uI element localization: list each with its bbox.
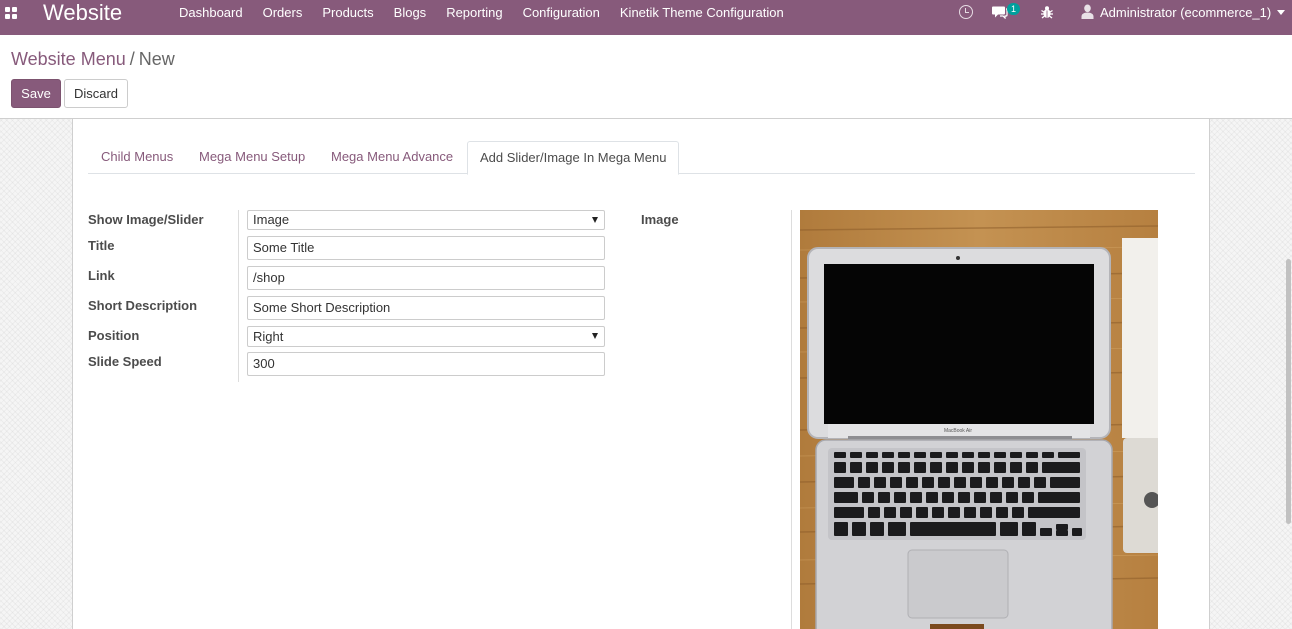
position-select[interactable]: Right: [247, 326, 605, 347]
title-label: Title: [88, 238, 115, 253]
menu-item-products[interactable]: Products: [312, 0, 383, 25]
breadcrumb: Website Menu / New: [11, 48, 175, 70]
apps-menu-icon[interactable]: [5, 7, 19, 21]
menu-item-reporting[interactable]: Reporting: [436, 0, 512, 25]
short-description-input[interactable]: Some Short Description: [247, 296, 605, 320]
menu-item-orders[interactable]: Orders: [253, 0, 313, 25]
short-description-label: Short Description: [88, 298, 198, 313]
slide-speed-label: Slide Speed: [88, 354, 162, 369]
laptop-photo: MacBook Air: [800, 210, 1158, 629]
slide-speed-input[interactable]: 300: [247, 352, 605, 376]
main-menu: Dashboard Orders Products Blogs Reportin…: [169, 0, 794, 25]
mega-menu-image[interactable]: MacBook Air: [800, 210, 1158, 629]
save-button[interactable]: Save: [11, 79, 61, 108]
link-input[interactable]: /shop: [247, 266, 605, 290]
show-image-slider-label: Show Image/Slider: [88, 212, 204, 227]
dropdown-caret-icon: [592, 217, 598, 223]
activity-clock-icon[interactable]: [959, 5, 973, 19]
chat-count-badge: 1: [1007, 3, 1020, 15]
breadcrumb-current: New: [138, 49, 175, 69]
menu-item-dashboard[interactable]: Dashboard: [169, 0, 253, 25]
user-avatar-icon: [1081, 4, 1094, 19]
breadcrumb-parent-link[interactable]: Website Menu: [11, 49, 126, 69]
dropdown-caret-icon: [592, 333, 598, 339]
user-menu[interactable]: Administrator (ecommerce_1): [1100, 0, 1271, 25]
notebook-tabs: Child Menus Mega Menu Setup Mega Menu Ad…: [88, 141, 1195, 175]
app-name: Website: [43, 0, 123, 25]
menu-item-blogs[interactable]: Blogs: [384, 0, 437, 25]
menu-item-configuration[interactable]: Configuration: [513, 0, 610, 25]
tab-child-menus[interactable]: Child Menus: [88, 141, 186, 174]
breadcrumb-separator: /: [129, 49, 135, 69]
link-label: Link: [88, 268, 115, 283]
show-image-slider-select[interactable]: Image: [247, 210, 605, 230]
label-separator: [238, 210, 239, 382]
user-menu-caret-icon[interactable]: [1277, 10, 1285, 15]
top-navbar: Website Dashboard Orders Products Blogs …: [0, 0, 1292, 35]
scrollbar[interactable]: [1286, 259, 1291, 524]
menu-item-kinetik-theme-configuration[interactable]: Kinetik Theme Configuration: [610, 0, 794, 25]
tab-mega-menu-advance[interactable]: Mega Menu Advance: [318, 141, 466, 174]
tab-add-slider-image[interactable]: Add Slider/Image In Mega Menu: [467, 141, 680, 175]
image-label: Image: [641, 212, 679, 227]
title-input[interactable]: Some Title: [247, 236, 605, 260]
show-image-slider-value: Image: [253, 212, 290, 227]
position-label: Position: [88, 328, 140, 343]
chat-icon[interactable]: [992, 5, 1008, 19]
tab-mega-menu-setup[interactable]: Mega Menu Setup: [186, 141, 318, 174]
image-separator: [791, 210, 792, 629]
position-value: Right: [253, 329, 284, 344]
laptop-brand-text: MacBook Air: [944, 428, 972, 434]
discard-button[interactable]: Discard: [64, 79, 128, 108]
debug-bug-icon[interactable]: [1040, 5, 1054, 19]
